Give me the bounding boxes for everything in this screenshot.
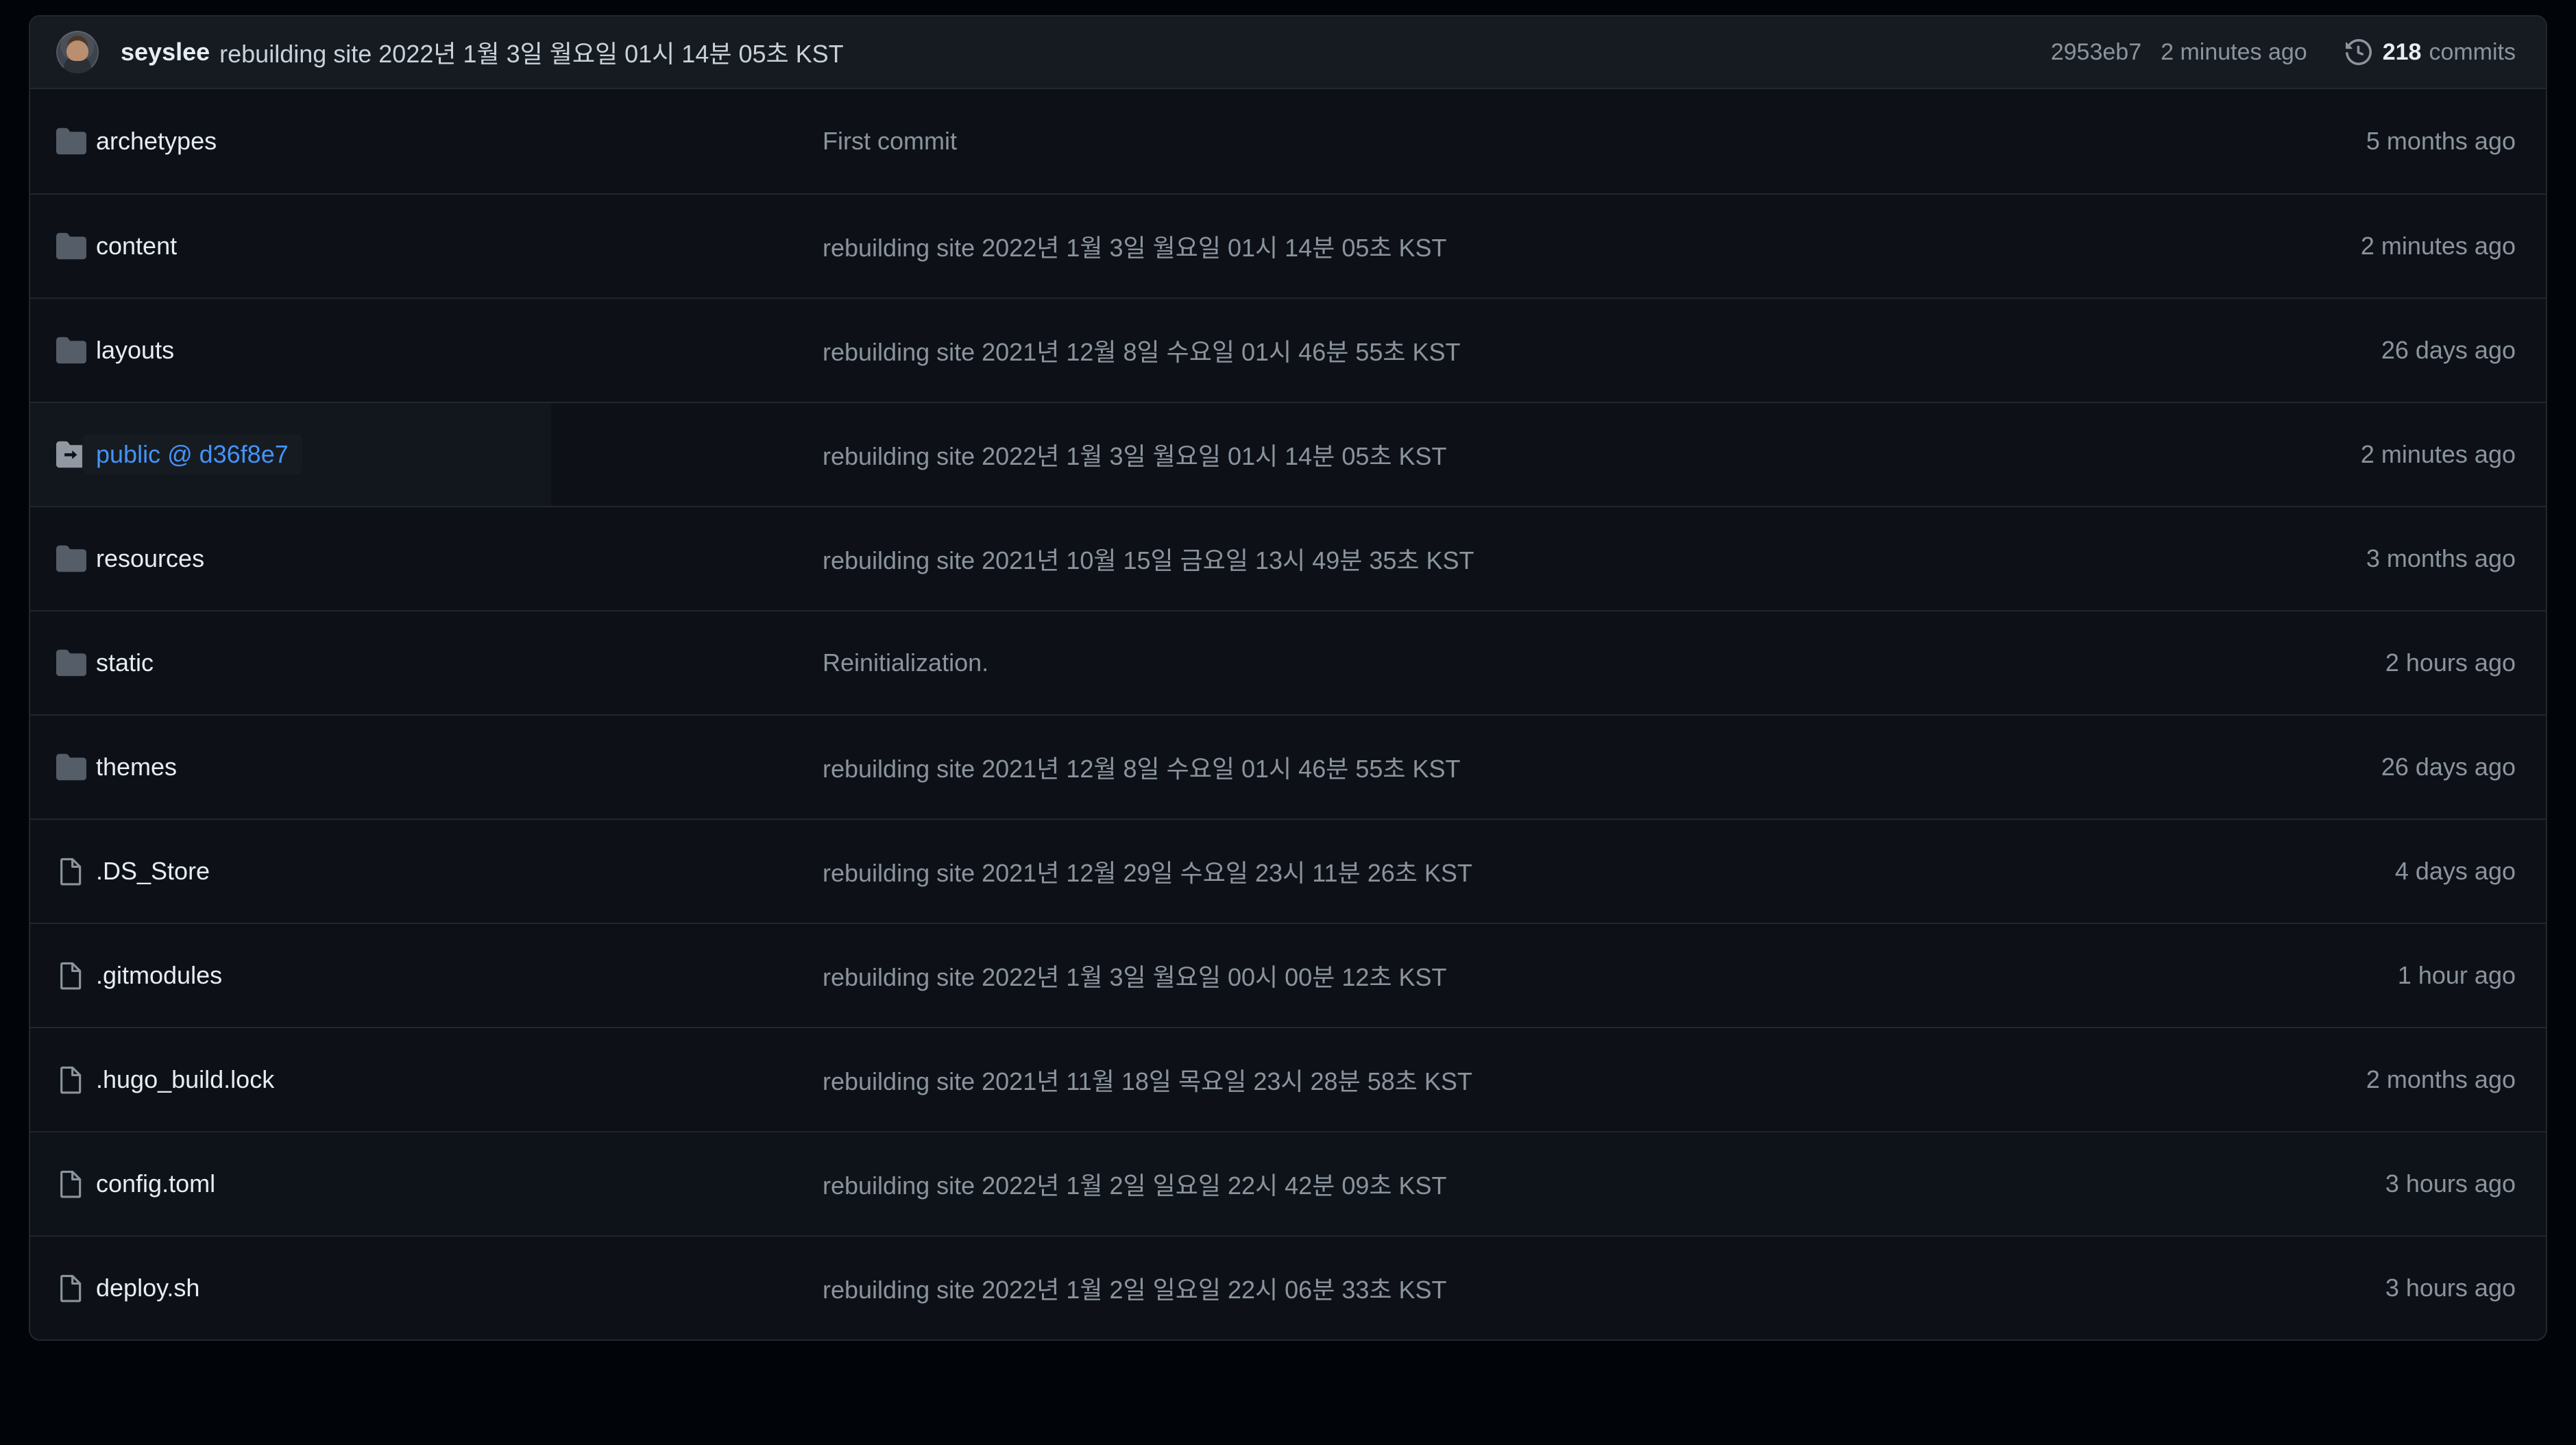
- file-table: seyslee rebuilding site 2022년 1월 3일 월요일 …: [29, 15, 2547, 1341]
- row-icon: [56, 335, 96, 365]
- row-commit-message[interactable]: rebuilding site 2022년 1월 3일 월요일 01시 14분 …: [823, 437, 2333, 472]
- row-commit-time: 3 hours ago: [2385, 1169, 2516, 1198]
- commit-count-label: commits: [2429, 38, 2516, 65]
- latest-commit-header: seyslee rebuilding site 2022년 1월 3일 월요일 …: [30, 16, 2546, 89]
- row-name-cell: .hugo_build.lock: [96, 1065, 823, 1094]
- commit-count-link[interactable]: 218 commits: [2345, 38, 2516, 66]
- row-commit-message[interactable]: rebuilding site 2021년 11월 18일 목요일 23시 28…: [823, 1062, 2339, 1097]
- row-name-cell: layouts: [96, 336, 823, 365]
- row-commit-message[interactable]: rebuilding site 2022년 1월 2일 일요일 22시 06분 …: [823, 1270, 2358, 1306]
- row-commit-time: 3 hours ago: [2385, 1274, 2516, 1302]
- row-commit-message[interactable]: rebuilding site 2021년 12월 8일 수요일 01시 46분…: [823, 332, 2354, 368]
- folder-icon: [56, 337, 86, 364]
- commit-sha[interactable]: 2953eb7: [2051, 39, 2141, 66]
- folder-icon: [56, 545, 86, 572]
- row-name-link[interactable]: layouts: [96, 336, 174, 365]
- file-icon: [60, 1066, 82, 1094]
- row-icon: [56, 544, 96, 574]
- row-name-cell: deploy.sh: [96, 1274, 823, 1302]
- row-commit-message[interactable]: rebuilding site 2021년 12월 29일 수요일 23시 11…: [823, 853, 2368, 889]
- repository-file-browser: seyslee rebuilding site 2022년 1월 3일 월요일 …: [0, 0, 2576, 1445]
- row-commit-message[interactable]: rebuilding site 2022년 1월 3일 월요일 01시 14분 …: [823, 228, 2333, 264]
- file-rows: archetypes First commit 5 months ago conten…: [30, 89, 2546, 1339]
- commit-message[interactable]: rebuilding site 2022년 1월 3일 월요일 01시 14분 …: [219, 34, 844, 70]
- file-icon: [60, 1274, 82, 1302]
- row-commit-message[interactable]: rebuilding site 2021년 10월 15일 금요일 13시 49…: [823, 541, 2339, 576]
- row-commit-time: 1 hour ago: [2397, 961, 2516, 989]
- file-icon: [60, 1170, 82, 1198]
- table-row[interactable]: layouts rebuilding site 2021년 12월 8일 수요일 …: [30, 298, 2546, 402]
- row-name-link[interactable]: .gitmodules: [96, 961, 222, 990]
- row-name-cell: static: [96, 648, 823, 677]
- row-icon: [56, 231, 96, 261]
- row-name-cell: themes: [96, 753, 823, 781]
- row-name-cell: content: [96, 232, 823, 260]
- folder-icon: [56, 649, 86, 677]
- commit-relative-time: 2 minutes ago: [2161, 38, 2307, 65]
- row-name-cell: config.toml: [96, 1169, 823, 1198]
- table-row[interactable]: resources rebuilding site 2021년 10월 15일 금…: [30, 506, 2546, 610]
- row-commit-time: 2 hours ago: [2385, 648, 2516, 677]
- row-commit-time: 5 months ago: [2366, 127, 2516, 155]
- table-row[interactable]: .gitmodules rebuilding site 2022년 1월 3일 월…: [30, 923, 2546, 1027]
- row-name-link[interactable]: themes: [96, 753, 177, 781]
- table-row[interactable]: archetypes First commit 5 months ago: [30, 89, 2546, 193]
- row-commit-time: 26 days ago: [2381, 753, 2516, 781]
- row-name-link[interactable]: static: [96, 648, 154, 677]
- table-row[interactable]: themes rebuilding site 2021년 12월 8일 수요일 0…: [30, 714, 2546, 818]
- row-icon: [56, 1273, 96, 1303]
- row-name-link[interactable]: .DS_Store: [96, 857, 210, 886]
- row-commit-message[interactable]: rebuilding site 2022년 1월 3일 월요일 00시 00분 …: [823, 958, 2370, 993]
- row-commit-time: 26 days ago: [2381, 336, 2516, 364]
- row-icon: [56, 856, 96, 886]
- row-name-cell: resources: [96, 544, 823, 573]
- row-name-cell: archetypes: [96, 127, 823, 156]
- row-name-link[interactable]: .hugo_build.lock: [96, 1065, 274, 1094]
- commit-count-number: 218: [2382, 38, 2422, 65]
- row-commit-time: 2 months ago: [2366, 1065, 2516, 1093]
- row-name-link[interactable]: resources: [96, 544, 204, 573]
- row-commit-message[interactable]: First commit: [823, 127, 2339, 156]
- row-name-cell: .gitmodules: [96, 961, 823, 990]
- file-icon: [60, 858, 82, 886]
- row-icon: [56, 752, 96, 782]
- folder-icon: [56, 232, 86, 260]
- row-icon: [56, 1169, 96, 1199]
- row-commit-time: 2 minutes ago: [2360, 232, 2516, 260]
- row-icon: [56, 1065, 96, 1095]
- table-row[interactable]: config.toml rebuilding site 2022년 1월 2일 일…: [30, 1131, 2546, 1235]
- row-name-link[interactable]: config.toml: [96, 1169, 215, 1198]
- table-row[interactable]: content rebuilding site 2022년 1월 3일 월요일 0…: [30, 193, 2546, 298]
- folder-icon: [56, 127, 86, 155]
- folder-icon: [56, 753, 86, 781]
- row-commit-time: 3 months ago: [2366, 544, 2516, 572]
- row-icon: [56, 648, 96, 678]
- row-name-cell: public @ d36f8e7: [82, 435, 823, 474]
- row-commit-message[interactable]: rebuilding site 2022년 1월 2일 일요일 22시 42분 …: [823, 1166, 2358, 1202]
- table-row[interactable]: .DS_Store rebuilding site 2021년 12월 29일 수…: [30, 818, 2546, 923]
- table-row[interactable]: deploy.sh rebuilding site 2022년 1월 2일 일요일…: [30, 1235, 2546, 1339]
- file-icon: [60, 962, 82, 990]
- row-name-link[interactable]: content: [96, 232, 177, 260]
- row-name-link[interactable]: archetypes: [96, 127, 217, 156]
- row-commit-time: 4 days ago: [2394, 857, 2516, 885]
- history-icon: [2345, 39, 2372, 65]
- avatar[interactable]: [56, 31, 99, 73]
- row-commit-message[interactable]: rebuilding site 2021년 12월 8일 수요일 01시 46분…: [823, 749, 2354, 785]
- row-commit-message[interactable]: Reinitialization.: [823, 648, 2358, 677]
- row-name-cell: .DS_Store: [96, 857, 823, 886]
- row-name-link[interactable]: public @ d36f8e7: [82, 435, 302, 474]
- row-commit-time: 2 minutes ago: [2360, 440, 2516, 468]
- table-row[interactable]: static Reinitialization. 2 hours ago: [30, 610, 2546, 714]
- table-row[interactable]: .hugo_build.lock rebuilding site 2021년 11…: [30, 1027, 2546, 1131]
- commit-author[interactable]: seyslee: [121, 38, 210, 66]
- table-row[interactable]: public @ d36f8e7 rebuilding site 2022년 1월…: [30, 402, 2546, 506]
- row-name-link[interactable]: deploy.sh: [96, 1274, 199, 1302]
- row-icon: [56, 126, 96, 156]
- row-icon: [56, 960, 96, 991]
